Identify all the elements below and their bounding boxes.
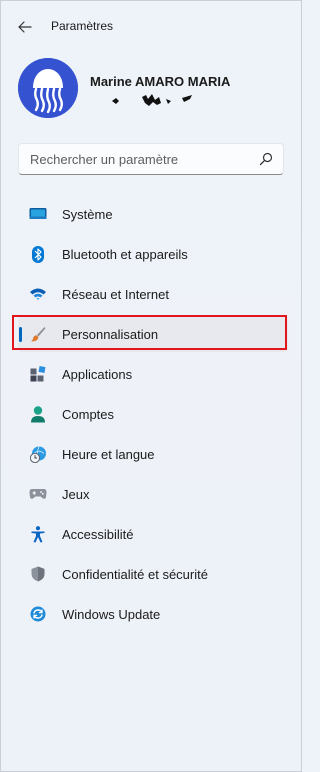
- sidebar-item-label: Bluetooth et appareils: [62, 247, 188, 262]
- search-placeholder: Rechercher un paramètre: [30, 152, 179, 167]
- sidebar-nav: Système Bluetooth et appareils Réseau et…: [18, 196, 288, 636]
- sidebar-item-accessibilite[interactable]: Accessibilité: [18, 516, 288, 552]
- wifi-icon: [29, 286, 47, 302]
- sidebar-item-comptes[interactable]: Comptes: [18, 396, 288, 432]
- accessibility-icon: [29, 525, 47, 542]
- user-name: Marine AMARO MARIA: [90, 74, 231, 89]
- sidebar-item-heure-langue[interactable]: Heure et langue: [18, 436, 288, 472]
- monitor-icon: [29, 206, 47, 222]
- app-title: Paramètres: [51, 19, 114, 33]
- back-button[interactable]: [11, 13, 39, 41]
- shield-icon: [29, 566, 47, 582]
- sidebar-item-reseau[interactable]: Réseau et Internet: [18, 276, 288, 312]
- sidebar-item-label: Accessibilité: [62, 527, 134, 542]
- title-bar: Paramètres: [1, 1, 301, 51]
- sidebar-item-label: Réseau et Internet: [62, 287, 169, 302]
- sidebar-item-label: Confidentialité et sécurité: [62, 567, 208, 582]
- sidebar-item-systeme[interactable]: Système: [18, 196, 288, 232]
- jellyfish-icon: [18, 58, 78, 118]
- person-icon: [29, 405, 47, 422]
- settings-window: Paramètres Marine AMARO MARIA Rechercher…: [0, 0, 302, 772]
- sidebar-item-applications[interactable]: Applications: [18, 356, 288, 392]
- search-icon[interactable]: [259, 152, 273, 166]
- sidebar-item-jeux[interactable]: Jeux: [18, 476, 288, 512]
- sidebar-item-confidentialite[interactable]: Confidentialité et sécurité: [18, 556, 288, 592]
- sidebar-item-windows-update[interactable]: Windows Update: [18, 596, 288, 632]
- gamepad-icon: [29, 486, 47, 502]
- update-icon: [29, 606, 47, 622]
- redacted-email: [112, 94, 192, 106]
- clock-globe-icon: [29, 445, 47, 463]
- back-arrow-icon: [18, 21, 32, 33]
- apps-icon: [29, 366, 47, 382]
- annotation-highlight-box: [12, 315, 287, 350]
- sidebar-item-label: Jeux: [62, 487, 90, 502]
- bluetooth-icon: [29, 245, 47, 263]
- sidebar-item-label: Comptes: [62, 407, 115, 422]
- sidebar-item-label: Système: [62, 207, 113, 222]
- sidebar-item-bluetooth[interactable]: Bluetooth et appareils: [18, 236, 288, 272]
- sidebar-item-label: Applications: [62, 367, 133, 382]
- avatar[interactable]: [18, 58, 78, 118]
- search-input[interactable]: Rechercher un paramètre: [18, 143, 284, 175]
- sidebar-item-label: Windows Update: [62, 607, 161, 622]
- sidebar-item-label: Heure et langue: [62, 447, 155, 462]
